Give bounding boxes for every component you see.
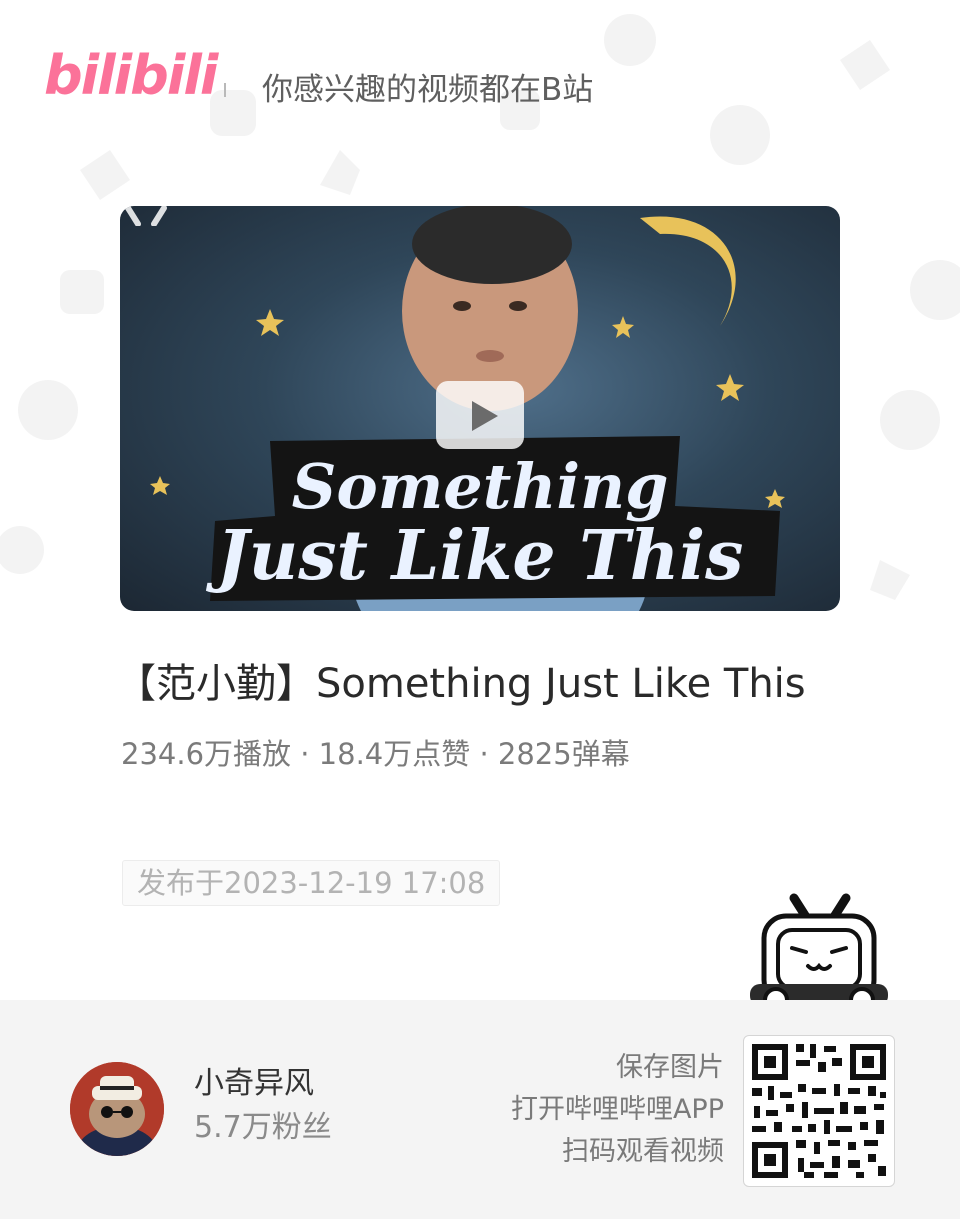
header-slogan: 你感兴趣的视频都在B站 <box>262 72 594 108</box>
publish-date: 发布于2023-12-19 17:08 <box>122 860 501 906</box>
header: bilibili 你感兴趣的视频都在B站 <box>0 0 960 180</box>
author-name[interactable]: 小奇异风 <box>194 1064 314 1104</box>
header-divider <box>224 83 226 97</box>
qr-caption-open-app: 打开哔哩哔哩APP <box>510 1094 724 1125</box>
author-fans: 5.7万粉丝 <box>194 1110 332 1145</box>
play-icon[interactable] <box>436 381 524 449</box>
bilibili-logo: bilibili <box>44 44 218 107</box>
qr-caption-scan: 扫码观看视频 <box>562 1136 724 1167</box>
qr-code[interactable] <box>743 1035 895 1187</box>
avatar[interactable] <box>70 1062 164 1156</box>
qr-code-pattern <box>752 1044 886 1178</box>
play-button-ears <box>125 206 167 226</box>
video-cover[interactable]: Something Just Like This <box>120 206 840 611</box>
cover-title-line2: Just Like This <box>216 516 744 596</box>
avatar-illustration <box>70 1062 164 1156</box>
video-stats: 234.6万播放 · 18.4万点赞 · 2825弹幕 <box>121 737 630 771</box>
video-title: 【范小勤】Something Just Like This <box>116 661 806 707</box>
qr-caption-save: 保存图片 <box>616 1052 724 1083</box>
cover-title-line1: Something <box>291 450 669 523</box>
